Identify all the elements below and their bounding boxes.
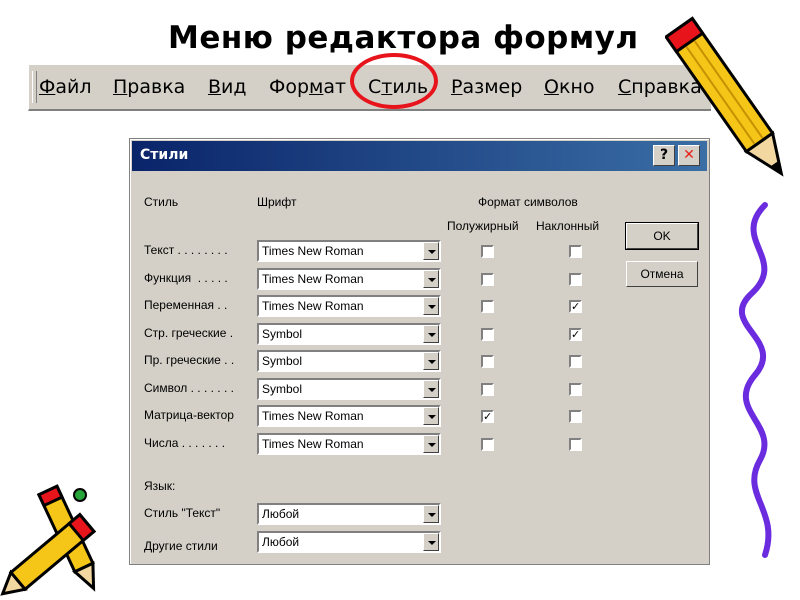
italic-checkbox[interactable] [569, 410, 582, 423]
font-select-value: Symbol [262, 327, 303, 341]
chevron-down-icon[interactable] [423, 270, 439, 288]
font-select-value: Times New Roman [262, 437, 364, 451]
other-styles-value: Любой [262, 535, 300, 549]
header-char-format: Формат символов [478, 195, 578, 209]
italic-checkbox[interactable] [569, 245, 582, 258]
font-select[interactable]: Times New Roman [257, 295, 441, 317]
bold-checkbox[interactable]: ✓ [481, 410, 494, 423]
italic-checkbox[interactable] [569, 438, 582, 451]
menu-edit[interactable]: Правка [113, 76, 185, 98]
font-select-value: Times New Roman [262, 409, 364, 423]
menu-bar-grip [32, 71, 37, 103]
slide-title: Меню редактора формул [168, 20, 639, 56]
italic-checkbox[interactable] [569, 273, 582, 286]
language-heading: Язык: [144, 479, 176, 493]
pencil-icon [665, 16, 784, 177]
chevron-down-icon[interactable] [423, 505, 439, 523]
bold-checkbox[interactable] [481, 245, 494, 258]
italic-checkbox[interactable] [569, 383, 582, 396]
style-row-label: Переменная . . [144, 298, 228, 312]
styles-dialog: Стили ? ✕ Стиль Шрифт Формат символов По… [129, 138, 710, 565]
header-style: Стиль [144, 195, 179, 209]
font-select-value: Symbol [262, 382, 303, 396]
dialog-title: Стили [140, 147, 189, 163]
text-style-value: Любой [262, 507, 300, 521]
other-styles-label: Другие стили [144, 539, 218, 553]
menu-format[interactable]: Формат [269, 76, 346, 98]
font-select[interactable]: Symbol [257, 378, 441, 400]
header-font: Шрифт [257, 195, 297, 209]
style-row-label: Символ . . . . . . . [144, 381, 234, 395]
text-style-label: Стиль "Текст" [144, 506, 221, 520]
bold-checkbox[interactable] [481, 300, 494, 313]
bold-checkbox[interactable] [481, 383, 494, 396]
chevron-down-icon[interactable] [423, 325, 439, 343]
menu-view[interactable]: Вид [208, 76, 247, 98]
chevron-down-icon[interactable] [423, 435, 439, 453]
italic-checkbox[interactable]: ✓ [569, 300, 582, 313]
chevron-down-icon[interactable] [423, 242, 439, 260]
style-row-label: Стр. греческие . [144, 326, 234, 340]
font-select[interactable]: Times New Roman [257, 405, 441, 427]
style-row-label: Матрица-вектор [144, 408, 234, 422]
font-select[interactable]: Times New Roman [257, 268, 441, 290]
chevron-down-icon[interactable] [423, 380, 439, 398]
font-select-value: Times New Roman [262, 272, 364, 286]
ok-button[interactable]: OK [625, 222, 699, 250]
bold-checkbox[interactable] [481, 273, 494, 286]
menu-file[interactable]: Файл [39, 76, 92, 98]
header-italic: Наклонный [536, 219, 600, 233]
font-select[interactable]: Times New Roman [257, 433, 441, 455]
chevron-down-icon[interactable] [423, 352, 439, 370]
style-row-label: Текст . . . . . . . . [144, 243, 228, 257]
bold-checkbox[interactable] [481, 355, 494, 368]
style-row-label: Функция . . . . . [144, 271, 228, 285]
font-select-value: Symbol [262, 354, 303, 368]
pencils-icon [0, 484, 97, 596]
bold-checkbox[interactable] [481, 328, 494, 341]
dialog-titlebar: Стили ? ✕ [132, 141, 707, 171]
font-select[interactable]: Times New Roman [257, 240, 441, 262]
style-row-label: Числа . . . . . . . [144, 436, 226, 450]
squiggle-line [739, 202, 772, 558]
font-select-value: Times New Roman [262, 244, 364, 258]
chevron-down-icon[interactable] [423, 407, 439, 425]
chevron-down-icon[interactable] [423, 533, 439, 551]
style-row-label: Пр. греческие . . [144, 353, 235, 367]
cancel-button[interactable]: Отмена [626, 261, 698, 287]
font-select[interactable]: Symbol [257, 350, 441, 372]
highlight-circle [350, 53, 438, 109]
bold-checkbox[interactable] [481, 438, 494, 451]
menu-window[interactable]: Окно [544, 76, 595, 98]
italic-checkbox[interactable] [569, 355, 582, 368]
header-bold: Полужирный [447, 219, 519, 233]
chevron-down-icon[interactable] [423, 297, 439, 315]
font-select-value: Times New Roman [262, 299, 364, 313]
font-select[interactable]: Symbol [257, 323, 441, 345]
menu-size[interactable]: Размер [451, 76, 522, 98]
text-style-select[interactable]: Любой [257, 503, 441, 525]
other-styles-select[interactable]: Любой [257, 531, 441, 553]
italic-checkbox[interactable]: ✓ [569, 328, 582, 341]
